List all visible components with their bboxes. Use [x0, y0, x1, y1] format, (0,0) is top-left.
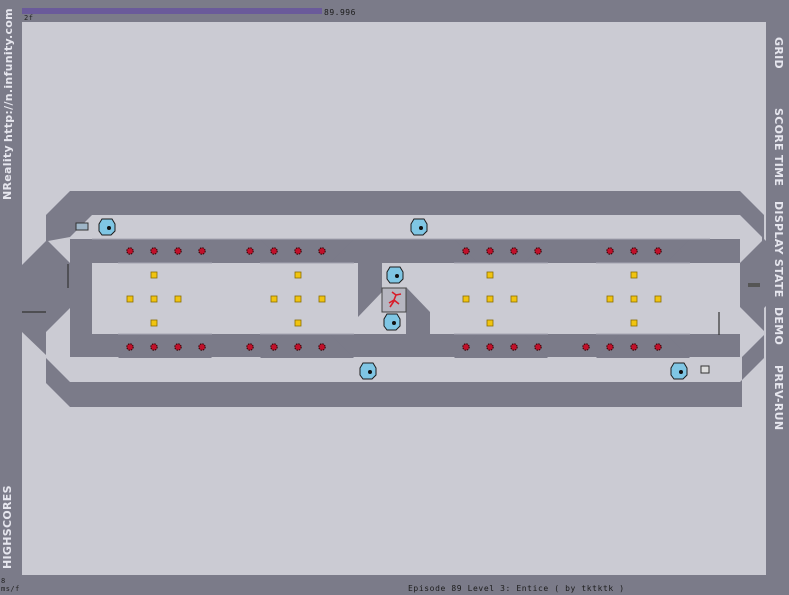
mine: [630, 247, 638, 255]
gold-piece: [294, 271, 302, 279]
mine: [606, 247, 614, 255]
mine: [630, 343, 638, 351]
mine: [150, 343, 158, 351]
mine: [126, 343, 134, 351]
brand-label: NReality: [1, 145, 14, 200]
drone: [98, 218, 116, 236]
gold-piece: [654, 295, 662, 303]
score-time-button[interactable]: SCORE TIME: [772, 108, 785, 186]
mine: [246, 343, 254, 351]
highscores-button[interactable]: HIGHSCORES: [1, 485, 14, 569]
drone: [386, 266, 404, 284]
grid-button[interactable]: GRID: [772, 37, 785, 69]
drone-eye: [419, 226, 423, 230]
gold-piece: [318, 295, 326, 303]
drone: [383, 313, 401, 331]
drone: [359, 362, 377, 380]
level-map: [22, 191, 766, 407]
fps-unit: ms/f: [1, 585, 20, 593]
gold-piece: [486, 271, 494, 279]
mine: [174, 343, 182, 351]
gold-piece: [294, 295, 302, 303]
mine: [606, 343, 614, 351]
mine: [654, 343, 662, 351]
time-bar-fill: [22, 8, 322, 14]
mine: [270, 343, 278, 351]
gold-piece: [126, 295, 134, 303]
gold-piece: [150, 271, 158, 279]
center-wedge-b: [406, 287, 430, 334]
drone-eye: [392, 321, 396, 325]
mine: [462, 247, 470, 255]
mine: [174, 247, 182, 255]
switch-right: [748, 283, 760, 287]
mine: [150, 247, 158, 255]
mine: [246, 247, 254, 255]
exit-switch: [75, 222, 89, 231]
mine: [294, 247, 302, 255]
fps-readout: 8 ms/f: [1, 577, 20, 593]
fps-value: 8: [1, 577, 6, 585]
gold-piece: [630, 271, 638, 279]
display-state-button[interactable]: DISPLAY STATE: [772, 201, 785, 298]
gold-piece: [270, 295, 278, 303]
time-bar: [22, 8, 322, 14]
time-remaining: 89.996: [324, 8, 356, 17]
gold-piece: [630, 319, 638, 327]
mine: [318, 247, 326, 255]
mine: [510, 247, 518, 255]
gold-piece: [510, 295, 518, 303]
exit-door: [700, 365, 710, 374]
gold-piece: [606, 295, 614, 303]
mine: [270, 247, 278, 255]
gold-piece: [630, 295, 638, 303]
drone-eye: [395, 274, 399, 278]
mine: [534, 247, 542, 255]
mine: [462, 343, 470, 351]
mine: [126, 247, 134, 255]
gold-piece: [486, 295, 494, 303]
gold-piece: [150, 319, 158, 327]
gold-piece: [294, 319, 302, 327]
drone-eye: [107, 226, 111, 230]
prev-run-button[interactable]: PREV-RUN: [772, 365, 785, 430]
mine: [294, 343, 302, 351]
demo-button[interactable]: DEMO: [772, 307, 785, 345]
mine: [486, 343, 494, 351]
drone-eye: [679, 370, 683, 374]
gold-piece: [486, 319, 494, 327]
frame-counter: 2f: [24, 14, 34, 22]
level-playfield: [22, 22, 766, 575]
mine: [198, 343, 206, 351]
gold-piece: [462, 295, 470, 303]
mine: [318, 343, 326, 351]
mine: [654, 247, 662, 255]
mine: [534, 343, 542, 351]
mine: [198, 247, 206, 255]
gold-piece: [150, 295, 158, 303]
drone: [410, 218, 428, 236]
episode-title: Episode 89 Level 3: Entice ( by tktktk ): [408, 584, 625, 593]
site-url[interactable]: http://n.infunity.com: [2, 8, 15, 142]
drone-eye: [368, 370, 372, 374]
mine: [510, 343, 518, 351]
mine: [582, 343, 590, 351]
gold-piece: [174, 295, 182, 303]
drone: [670, 362, 688, 380]
mine: [486, 247, 494, 255]
center-wedge-a: [358, 263, 382, 317]
